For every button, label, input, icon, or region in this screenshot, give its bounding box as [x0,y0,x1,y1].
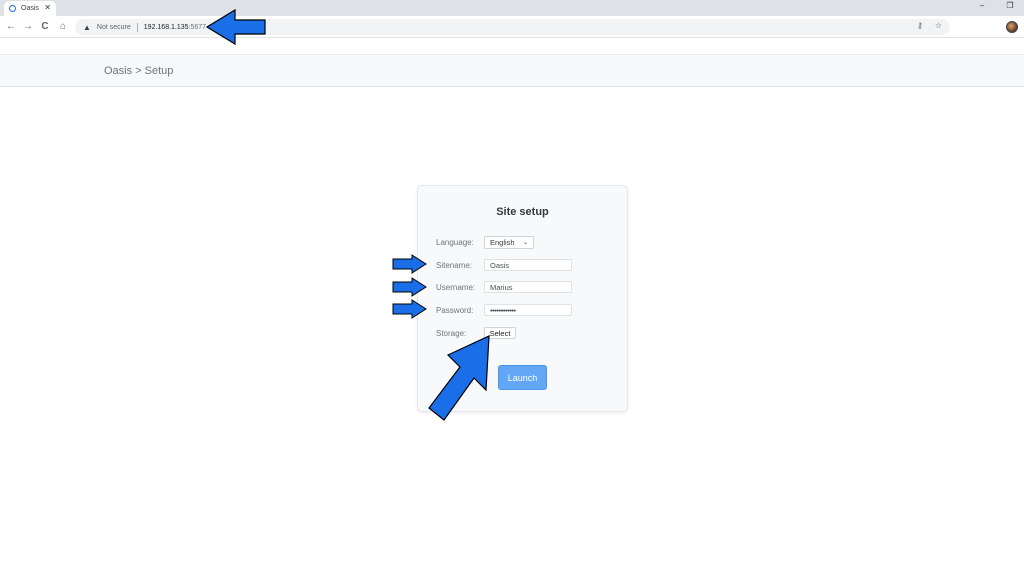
password-row: Password: •••••••••••• [436,303,616,317]
url-host: 192.168.1.135 [143,23,189,31]
sitename-arrow-icon [392,254,427,274]
tab-title: Oasis [21,5,39,12]
back-icon[interactable]: ← [4,20,18,33]
password-input[interactable]: •••••••••••• [484,304,572,316]
language-select[interactable]: English ⌄ [484,235,534,249]
reload-icon[interactable]: C [38,20,52,33]
tab-close-icon[interactable]: ✕ [44,3,51,12]
window-controls: – ❐ [968,0,1024,14]
language-label: Language: [436,237,474,247]
sitename-row: Sitename: Oasis [436,258,616,272]
site-favicon-icon [9,5,16,12]
warning-icon[interactable]: ▲ [83,23,91,32]
forward-icon[interactable]: → [21,20,35,33]
url-port: :5677 [188,23,207,31]
language-value: English [490,237,515,247]
username-label: Username: [436,282,476,292]
sitename-label: Sitename: [436,260,473,270]
minimize-button[interactable]: – [968,0,996,14]
app-navbar: Oasis > Setup [0,54,1024,87]
chevron-down-icon: ⌄ [522,239,528,246]
password-label: Password: [436,305,474,315]
username-input[interactable]: Marius [484,281,572,293]
browser-toolbar: ← → C ⌂ ▲ Not secure 192.168.1.135 :5677… [0,16,1024,38]
username-arrow-icon [392,277,427,297]
username-row: Username: Marius [436,280,616,294]
omnibox-icons: ⚷ ☆ [917,21,942,30]
address-separator [136,22,138,32]
browser-tab-strip: Oasis ✕ – ❐ [0,0,1024,16]
card-title: Site setup [496,206,549,218]
password-arrow-icon [392,299,427,319]
security-label[interactable]: Not secure [97,24,131,31]
breadcrumb: Oasis > Setup [104,65,174,77]
browser-tab[interactable]: Oasis ✕ [4,1,56,16]
sitename-input[interactable]: Oasis [484,259,572,271]
restore-button[interactable]: ❐ [996,0,1024,14]
profile-avatar[interactable] [1006,21,1018,33]
language-row: Language: English ⌄ [436,235,616,249]
home-icon[interactable]: ⌂ [56,20,70,33]
address-arrow-icon [205,8,266,46]
storage-arrow-icon [428,335,490,421]
key-icon[interactable]: ⚷ [917,21,923,30]
bookmark-star-icon[interactable]: ☆ [935,21,942,30]
launch-button[interactable]: Launch [498,365,547,390]
